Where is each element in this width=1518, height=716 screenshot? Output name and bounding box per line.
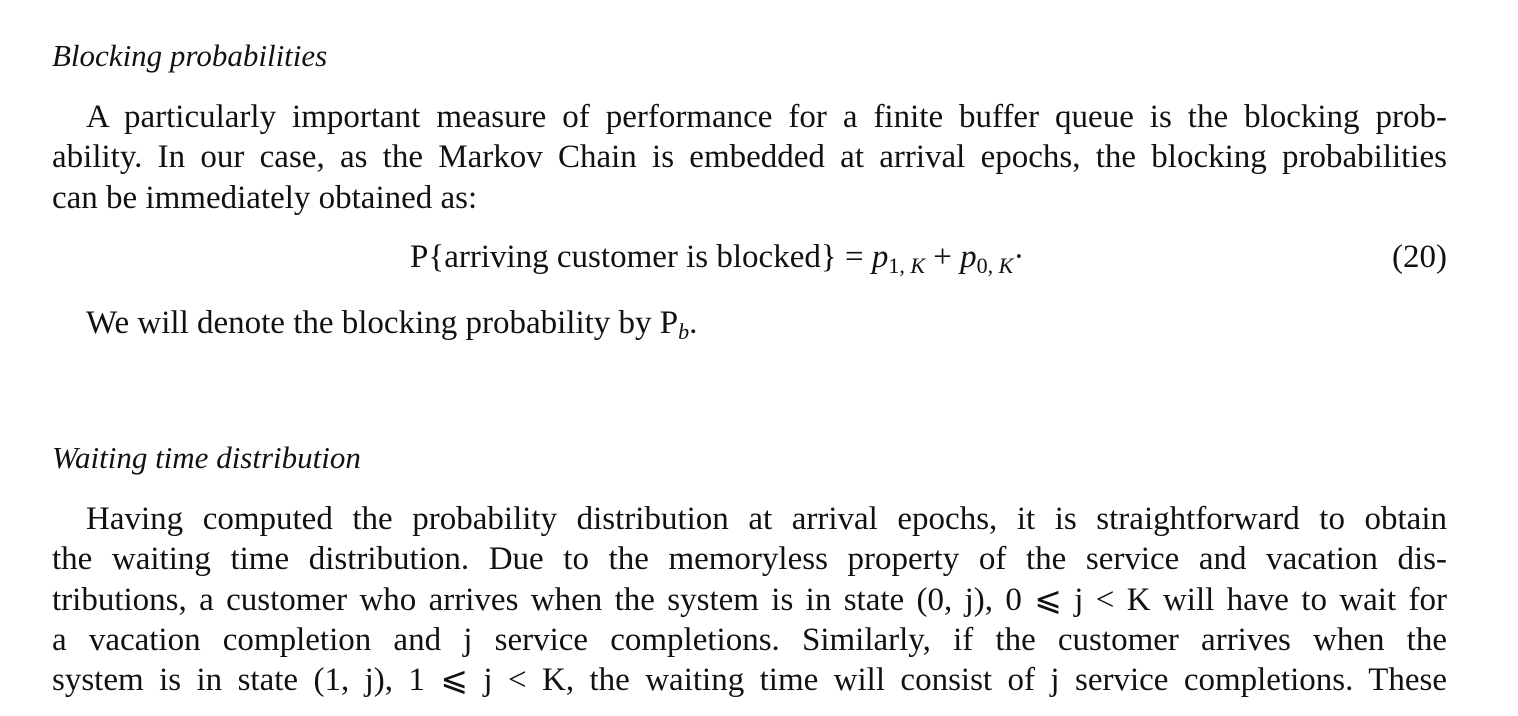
paragraph-line: A particularly important measure of perf…: [86, 99, 1447, 135]
equation-term-sub: 0, K: [976, 253, 1014, 278]
paragraph-line: Having computed the probability distribu…: [86, 501, 1447, 537]
equation-term-sub: 1, K: [888, 253, 925, 278]
equation-number: (20): [1392, 239, 1447, 275]
paragraph-line: system is in state (1, j), 1 ⩽ j < K, th…: [52, 662, 1447, 699]
paragraph-line: a vacation completion and j service comp…: [52, 621, 1447, 658]
equation-lhs: P{arriving customer is blocked}: [410, 239, 837, 275]
paragraph-blocking: A particularly important measure of perf…: [52, 97, 1447, 218]
equation-trail: ·: [1013, 239, 1025, 275]
equation-term-var: p: [960, 239, 977, 275]
denote-text: We will denote the blocking probability …: [86, 305, 679, 341]
paragraph-waiting: Having computed the probability distribu…: [52, 499, 1447, 700]
paragraph-line: tributions, a customer who arrives when …: [52, 581, 1447, 618]
denote-subscript: b: [678, 319, 690, 344]
equation-equals: =: [844, 239, 864, 275]
equation-20: P{arriving customer is blocked} = p1, K …: [410, 239, 1025, 278]
equation-plus: +: [933, 239, 952, 275]
paragraph-line: the waiting time distribution. Due to th…: [52, 541, 1447, 578]
section-heading-waiting: Waiting time distribution: [52, 440, 361, 475]
equation-term-var: p: [871, 239, 889, 275]
paragraph-line: ability. In our case, as the Markov Chai…: [52, 139, 1447, 176]
denote-end: .: [689, 305, 698, 341]
denote-sentence: We will denote the blocking probability …: [86, 305, 698, 344]
section-heading-blocking: Blocking probabilities: [52, 38, 328, 73]
paragraph-line: can be immediately obtained as:: [52, 179, 478, 216]
